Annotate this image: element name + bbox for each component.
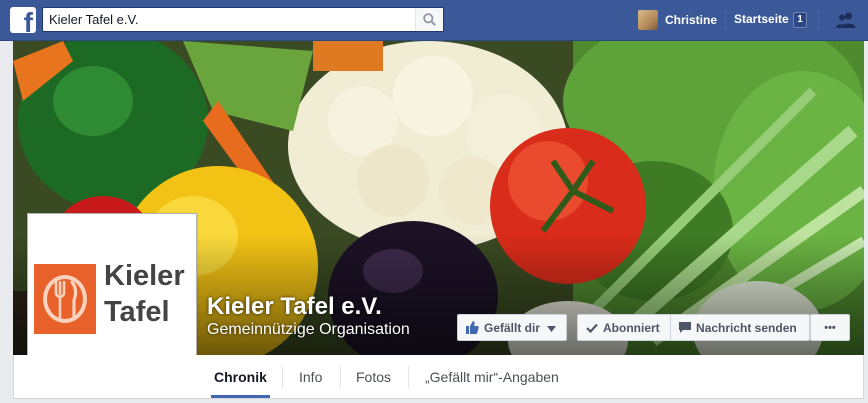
more-options-button[interactable]: •••: [810, 314, 850, 341]
thumbs-up-icon: [466, 321, 479, 334]
nav-divider: [818, 10, 819, 30]
profile-link[interactable]: Christine: [638, 9, 717, 31]
like-button-label: Gefällt dir: [484, 320, 541, 335]
page-category: Gemeinnützige Organisation: [207, 321, 410, 338]
nav-divider: [725, 10, 726, 30]
tab-likes[interactable]: „Gefällt mir“-Angaben: [425, 355, 559, 398]
logo-square: [34, 264, 96, 334]
notification-badge: 1: [793, 12, 807, 28]
top-navigation-bar: f Christine Startseite 1: [0, 0, 868, 41]
tab-photos[interactable]: Fotos: [356, 355, 391, 398]
search-input[interactable]: [43, 8, 413, 31]
tab-divider: [282, 366, 283, 388]
page-tabs: Chronik Info Fotos „Gefällt mir“-Angaben: [13, 355, 864, 399]
subscribed-button[interactable]: Abonniert: [577, 314, 671, 341]
avatar: [638, 10, 658, 30]
tab-info[interactable]: Info: [299, 355, 322, 398]
logo-text-line2: Tafel: [104, 296, 170, 328]
subscribed-button-label: Abonniert: [603, 320, 660, 335]
search-button[interactable]: [415, 8, 443, 31]
send-message-button[interactable]: Nachricht senden: [671, 314, 810, 341]
search-box: [42, 7, 444, 32]
send-message-label: Nachricht senden: [696, 320, 797, 335]
home-link[interactable]: Startseite: [734, 12, 789, 26]
like-button[interactable]: Gefällt dir: [457, 314, 567, 341]
facebook-logo-icon[interactable]: f: [10, 7, 36, 33]
checkmark-icon: [586, 323, 598, 333]
user-name: Christine: [665, 13, 718, 27]
friends-icon[interactable]: [836, 11, 856, 29]
page-title[interactable]: Kieler Tafel e.V.: [207, 293, 382, 321]
message-icon: [679, 322, 691, 333]
tab-divider: [408, 366, 409, 388]
chevron-down-icon: [547, 321, 557, 335]
tab-timeline[interactable]: Chronik: [211, 355, 270, 398]
search-icon: [423, 13, 436, 26]
logo-text-line1: Kieler: [104, 260, 185, 292]
tab-divider: [340, 366, 341, 388]
more-dots-icon: •••: [824, 321, 836, 334]
fork-knife-icon: [54, 280, 78, 321]
